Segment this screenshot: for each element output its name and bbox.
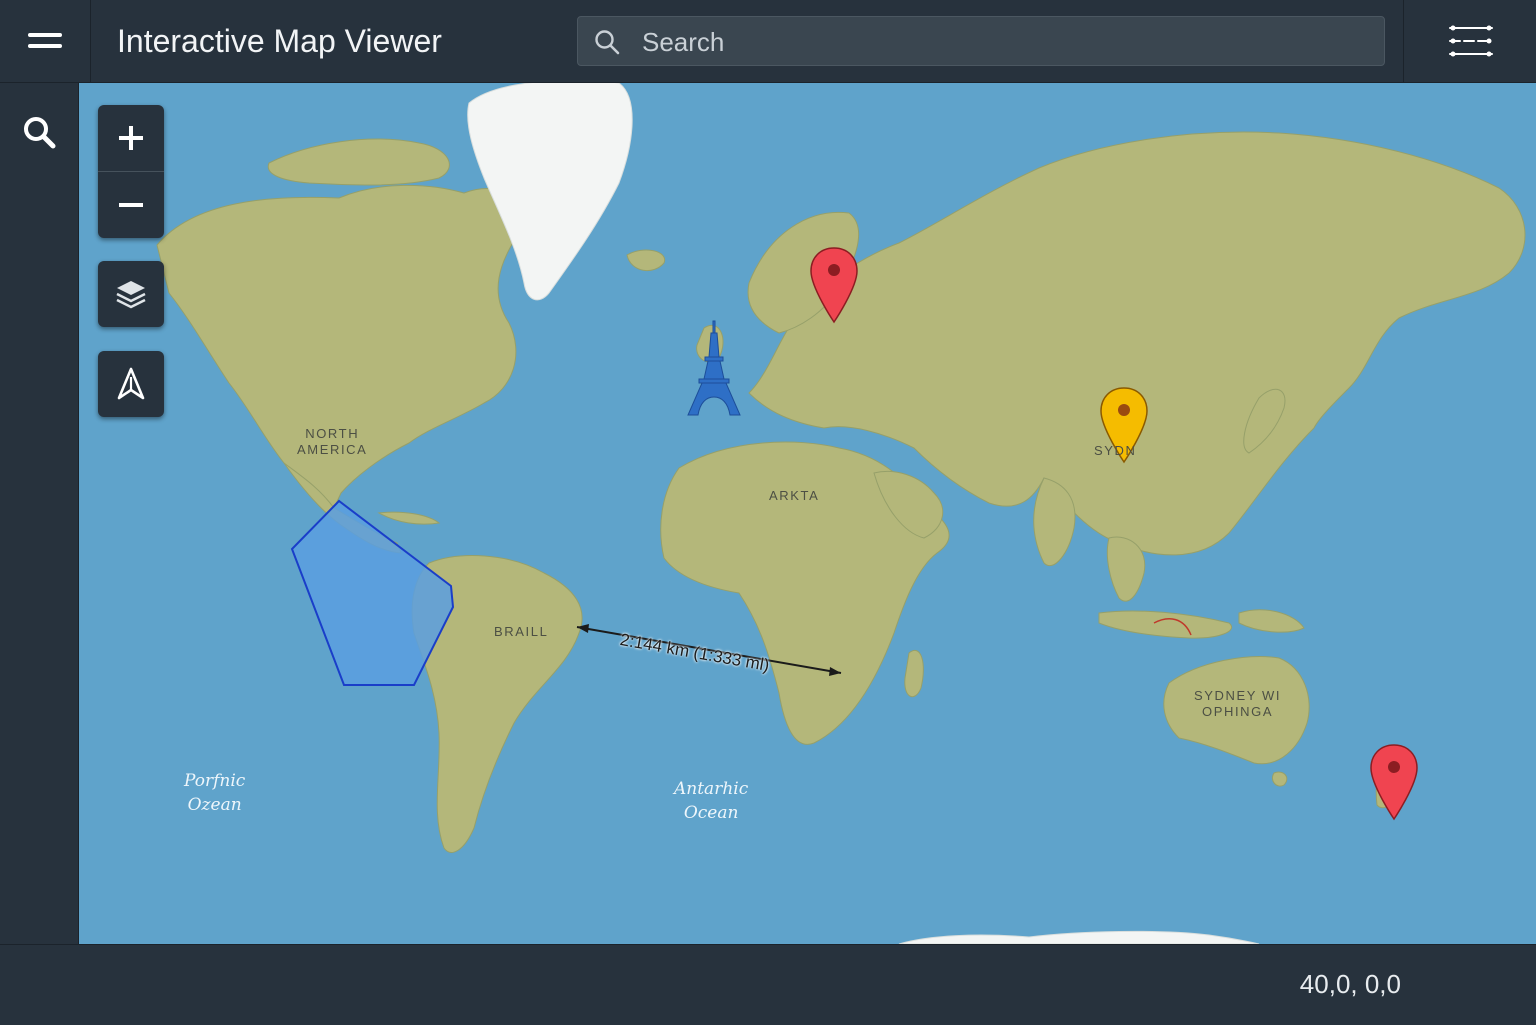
- world-basemap: [79, 83, 1536, 944]
- landmark-marker[interactable]: [686, 319, 742, 422]
- zoom-control: [98, 105, 164, 238]
- map-pin-icon: [810, 247, 858, 324]
- status-bar: 40,0, 0,0: [0, 944, 1536, 1025]
- map-marker-red-north[interactable]: [808, 246, 860, 331]
- sliders-settings-icon: [1448, 25, 1493, 57]
- layers-button[interactable]: [98, 261, 164, 327]
- continent-label-north-america: NORTH AMERICA: [297, 426, 368, 457]
- map-marker-red-south[interactable]: [1368, 743, 1420, 828]
- ocean-label-atlantic: Antarhic Ocean: [674, 779, 749, 823]
- search-icon: [595, 30, 620, 55]
- navigate-control: [98, 351, 164, 417]
- tasmania: [1271, 771, 1288, 787]
- layers-icon: [116, 281, 146, 309]
- layers-control: [98, 261, 164, 327]
- app-title: Interactive Map Viewer: [117, 23, 442, 59]
- minus-icon: [119, 203, 143, 207]
- navigate-button[interactable]: [98, 351, 164, 417]
- sidebar-search-button[interactable]: [18, 111, 60, 153]
- search-bar[interactable]: [577, 16, 1385, 66]
- coordinates-readout: 40,0, 0,0: [1299, 969, 1401, 999]
- zoom-out-button[interactable]: [98, 172, 164, 238]
- search-icon: [24, 117, 56, 149]
- top-bar: Interactive Map Viewer: [0, 0, 1536, 83]
- map-pin-icon: [1370, 744, 1418, 821]
- plus-icon: [119, 126, 143, 150]
- search-input[interactable]: [640, 23, 1364, 61]
- settings-button[interactable]: [1403, 0, 1536, 82]
- zoom-in-button[interactable]: [98, 105, 164, 171]
- menu-button[interactable]: [0, 0, 91, 82]
- eiffel-tower-icon: [687, 320, 741, 416]
- continent-label-south-america: BRAILL: [494, 624, 549, 639]
- map-canvas[interactable]: NORTH AMERICA ARKTA BRAILL SYDNEY WI OPHIN…: [79, 83, 1536, 944]
- north-arrow-icon: [117, 367, 145, 400]
- city-label: SYDN: [1094, 443, 1137, 458]
- continent-label-australia: SYDNEY WI OPHINGA: [1194, 688, 1282, 719]
- continent-label-africa: ARKTA: [769, 488, 820, 503]
- left-sidebar: [0, 83, 79, 944]
- ocean-label-pacific: Porfnic Ozean: [184, 771, 246, 815]
- hamburger-menu-icon: [28, 33, 62, 48]
